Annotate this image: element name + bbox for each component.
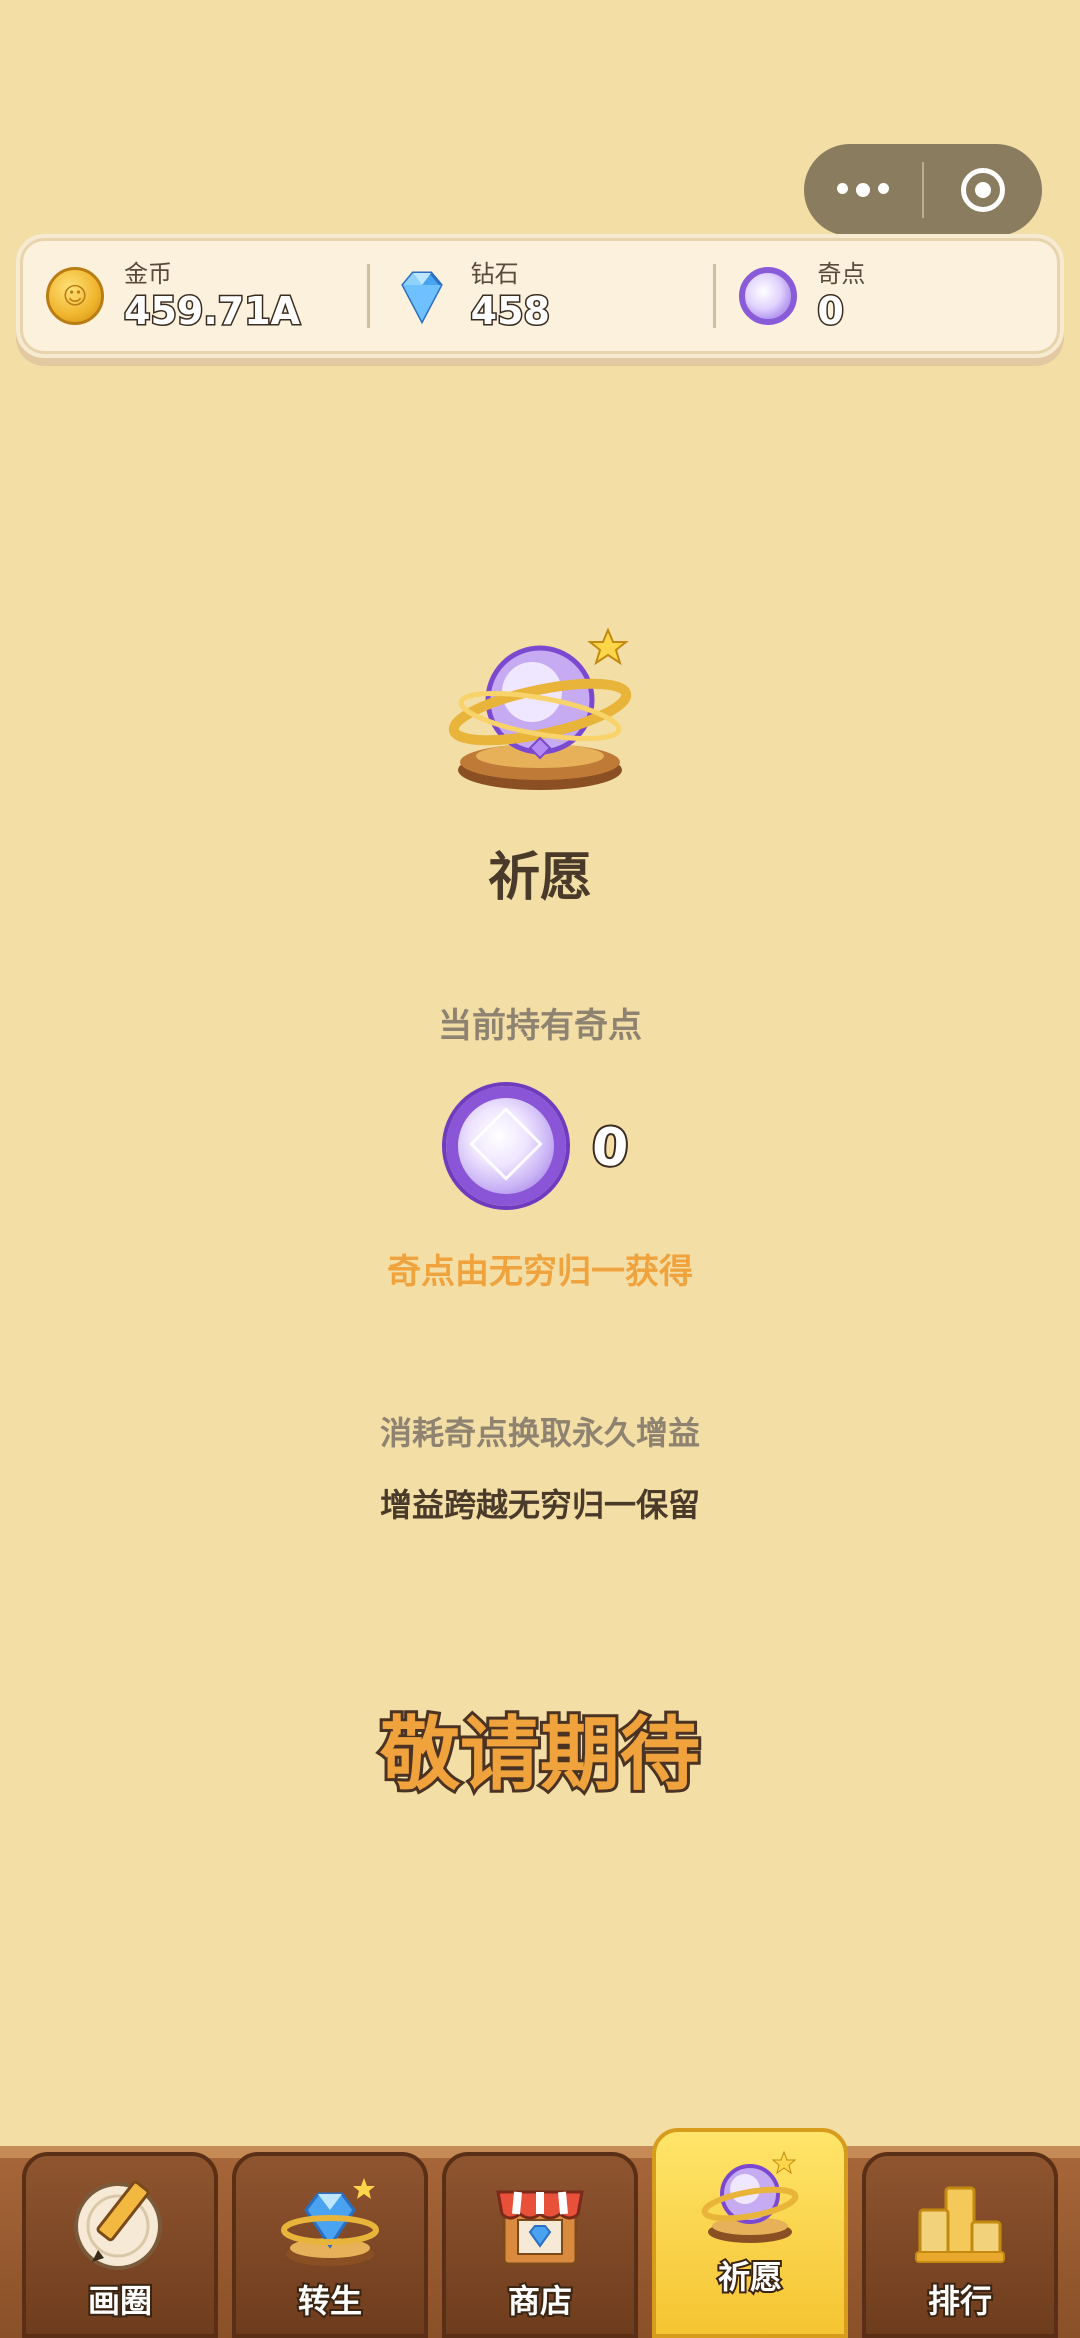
qidian-currency: 奇点 0 [713, 238, 1060, 354]
qidian-orb-icon [737, 265, 799, 327]
tab-wish[interactable]: 祈愿 [652, 2128, 848, 2338]
gold-value: 459.71A [122, 288, 301, 335]
keep-note: 增益跨越无穷归一保留 [379, 1486, 700, 1524]
tab-draw-circle[interactable]: 画圈 [22, 2152, 218, 2338]
rebirth-gem-icon [278, 2170, 382, 2274]
close-miniprogram-button[interactable] [924, 144, 1042, 236]
tab-rebirth[interactable]: 转生 [232, 2152, 428, 2338]
diamond-label: 钻石 [470, 260, 519, 288]
more-dots-icon [837, 183, 889, 197]
tab-label: 画圈 [86, 2280, 154, 2322]
wish-orb-icon [698, 2146, 802, 2250]
wish-emblem-icon [440, 620, 640, 800]
tab-label: 商店 [506, 2280, 574, 2322]
held-qidian-value: 0 [588, 1115, 632, 1181]
qidian-label: 奇点 [817, 260, 866, 288]
target-icon [961, 168, 1005, 212]
gold-coin-icon: ☺ [44, 265, 106, 327]
qidian-large-orb-icon [446, 1086, 566, 1206]
consume-note: 消耗奇点换取永久增益 [379, 1414, 700, 1452]
qidian-value: 0 [816, 288, 845, 335]
diamond-icon [391, 265, 453, 327]
diamond-currency: 钻石 458 [366, 238, 714, 354]
tab-label: 祈愿 [716, 2256, 784, 2298]
page-title: 祈愿 [487, 848, 592, 908]
gold-currency: ☺ 金币 459.71A [20, 238, 367, 354]
podium-icon [908, 2170, 1012, 2274]
more-menu-button[interactable] [804, 144, 922, 236]
tab-shop[interactable]: 商店 [442, 2152, 638, 2338]
currency-bar: ☺ 金币 459.71A 钻石 458 奇点 0 [16, 234, 1064, 358]
tab-label: 转生 [296, 2280, 364, 2322]
pencil-icon [68, 2170, 172, 2274]
shop-icon [488, 2170, 592, 2274]
held-qidian-label: 当前持有奇点 [438, 1006, 642, 1046]
tab-label: 排行 [926, 2280, 994, 2322]
gold-label: 金币 [124, 260, 172, 288]
tab-ranking[interactable]: 排行 [862, 2152, 1058, 2338]
miniprogram-capsule [804, 144, 1042, 236]
qidian-source-note: 奇点由无穷归一获得 [387, 1252, 693, 1292]
coming-soon-text: 敬请期待 [377, 1705, 703, 1804]
diamond-value: 458 [469, 288, 551, 335]
